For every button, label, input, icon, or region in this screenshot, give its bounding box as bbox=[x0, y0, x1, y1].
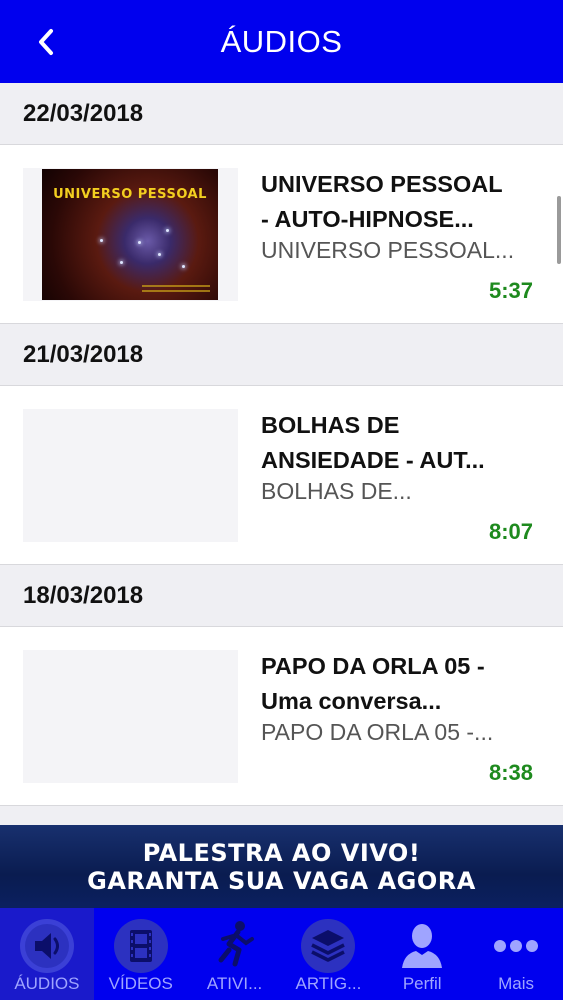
promo-banner[interactable]: PALESTRA AO VIVO! GARANTA SUA VAGA AGORA bbox=[0, 825, 563, 908]
tab-label: ÁUDIOS bbox=[14, 974, 80, 993]
tab-label: ATIVI... bbox=[206, 974, 263, 993]
audio-subtitle: UNIVERSO PESSOAL... bbox=[261, 237, 515, 263]
tab-perfil[interactable]: Perfil bbox=[375, 908, 469, 1000]
audio-title: UNIVERSO PESSOAL - AUTO-HIPNOSE... bbox=[261, 171, 503, 232]
page-title: ÁUDIOS bbox=[220, 24, 343, 59]
banner-line-2: GARANTA SUA VAGA AGORA bbox=[87, 867, 476, 895]
audio-item[interactable]: PAPO DA ORLA 05 - Uma conversa... PAPO D… bbox=[0, 627, 563, 806]
thumbnail-text: UNIVERSO PESSOAL bbox=[53, 187, 207, 202]
tab-label: ARTIG... bbox=[295, 974, 362, 993]
audio-feed[interactable]: 22/03/2018 UNIVERSO PESSOAL UNIVERSO PES… bbox=[0, 83, 563, 825]
audio-duration: 8:38 bbox=[488, 760, 533, 785]
layers-icon bbox=[301, 919, 356, 973]
top-bar: ÁUDIOS bbox=[0, 0, 563, 83]
tab-bar: ÁUDIOS VÍDEOS ATIVI... ARTIG... Perfil M… bbox=[0, 908, 563, 1000]
audio-title: PAPO DA ORLA 05 - Uma conversa... bbox=[261, 653, 485, 714]
date-header: 21/03/2018 bbox=[0, 324, 563, 386]
film-icon bbox=[113, 919, 168, 973]
tab-artigos[interactable]: ARTIG... bbox=[281, 908, 375, 1000]
thumbnail-placeholder bbox=[23, 409, 238, 542]
tab-videos[interactable]: VÍDEOS bbox=[94, 908, 188, 1000]
audio-subtitle: BOLHAS DE... bbox=[261, 478, 412, 504]
tab-mais[interactable]: Mais bbox=[469, 908, 563, 1000]
tab-label: VÍDEOS bbox=[108, 974, 173, 993]
date-header: 18/03/2018 bbox=[0, 565, 563, 627]
thumbnail-placeholder bbox=[23, 650, 238, 783]
more-dots-icon bbox=[494, 940, 539, 952]
audio-item[interactable]: UNIVERSO PESSOAL UNIVERSO PESSOAL - AUTO… bbox=[0, 145, 563, 324]
scroll-indicator[interactable] bbox=[557, 196, 561, 264]
audio-duration: 8:07 bbox=[488, 519, 533, 544]
speaker-icon bbox=[19, 919, 74, 973]
audio-subtitle: PAPO DA ORLA 05 -... bbox=[261, 719, 494, 745]
audio-duration: 5:37 bbox=[488, 278, 533, 303]
running-person-icon bbox=[218, 921, 254, 967]
banner-line-1: PALESTRA AO VIVO! bbox=[142, 839, 421, 867]
tab-atividades[interactable]: ATIVI... bbox=[188, 908, 282, 1000]
audio-title: BOLHAS DE ANSIEDADE - AUT... bbox=[261, 412, 485, 473]
date-header: 22/03/2018 bbox=[0, 83, 563, 145]
tab-audios[interactable]: ÁUDIOS bbox=[0, 908, 94, 1000]
thumbnail-image: UNIVERSO PESSOAL bbox=[42, 169, 218, 300]
tab-label: Perfil bbox=[402, 974, 442, 993]
tab-label: Mais bbox=[498, 974, 534, 993]
person-icon bbox=[402, 924, 443, 968]
audio-item[interactable]: BOLHAS DE ANSIEDADE - AUT... BOLHAS DE..… bbox=[0, 386, 563, 565]
